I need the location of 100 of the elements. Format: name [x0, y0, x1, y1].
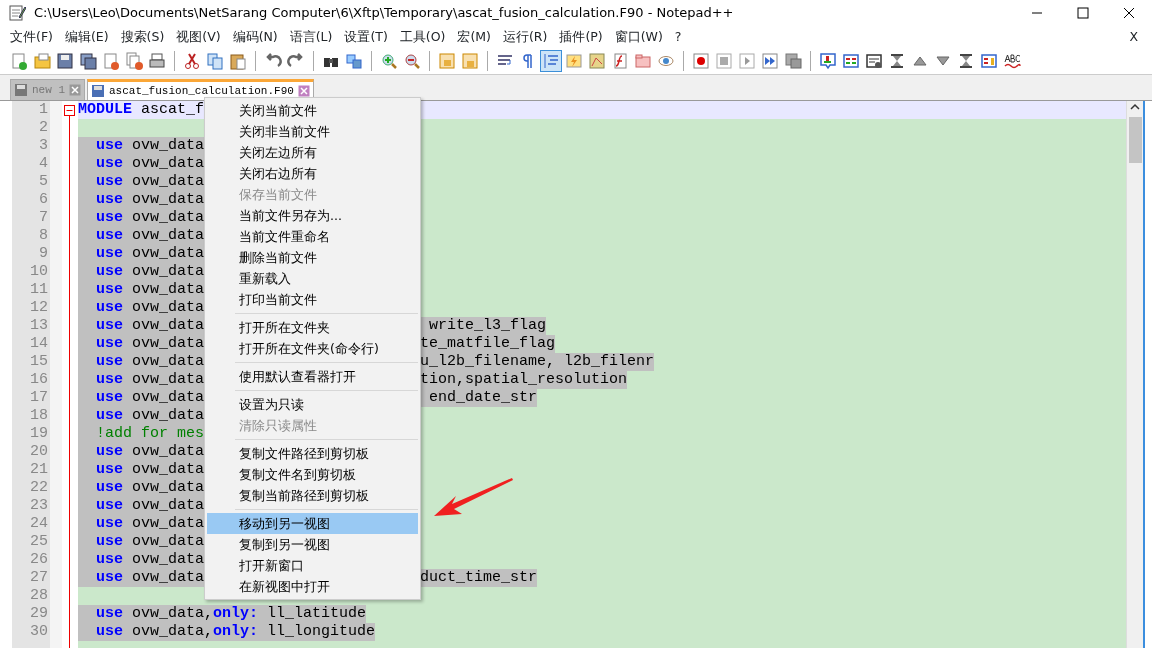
code-text: use ovw_data [78, 533, 205, 551]
menu-item[interactable]: 在新视图中打开 [207, 576, 418, 597]
menu-item[interactable]: 搜索(S) [114, 27, 171, 47]
zoom-in-icon [380, 52, 398, 70]
line-number: 15 [29, 353, 49, 371]
menu-item[interactable]: 设置(T) [338, 27, 394, 47]
menu-item[interactable]: 复制到另一视图 [207, 534, 418, 555]
menu-item[interactable]: 编辑(E) [58, 27, 115, 47]
line-number: 24 [29, 515, 49, 533]
menu-item[interactable]: 使用默认查看器打开 [207, 366, 418, 387]
code-text: use ovw_data [78, 263, 205, 281]
menu-item[interactable]: 打开所在文件夹 [207, 317, 418, 338]
menu-item[interactable]: 编码(N) [226, 27, 284, 47]
scrollbar-thumb[interactable] [1128, 117, 1142, 163]
menu-item[interactable]: 语言(L) [283, 27, 339, 47]
code-text: use ovw_data [78, 209, 205, 227]
menu-item[interactable]: 删除当前文件 [207, 247, 418, 268]
line-number: 21 [29, 461, 49, 479]
menu-item[interactable]: 窗口(W) [608, 27, 669, 47]
menu-item[interactable]: 关闭左边所有 [207, 142, 418, 163]
stop-icon [715, 52, 733, 70]
collapse-icon [888, 52, 906, 70]
line-number: 8 [38, 227, 49, 245]
lightning-icon [565, 52, 583, 70]
go-to-line-icon [819, 52, 837, 70]
toolbar-button[interactable] [759, 50, 781, 72]
line-number: 19 [29, 425, 49, 443]
menu-item[interactable]: 插件(P) [553, 27, 609, 47]
code-text: tion,spatial_resolution [420, 371, 628, 389]
code-text: write_l3_flag [420, 317, 547, 335]
menu-item[interactable]: 打开新窗口 [207, 555, 418, 576]
line-number: 23 [29, 497, 49, 515]
undo-icon [264, 52, 282, 70]
code-text: MODULE ascat_f [78, 101, 205, 119]
save-all-icon [79, 52, 97, 70]
code-text: use ovw_data [78, 479, 205, 497]
line-number: 29 [29, 605, 49, 623]
close-all-icon [125, 52, 143, 70]
menu-item[interactable]: 运行(R) [497, 27, 554, 47]
line-number: 30 [29, 623, 49, 641]
save-macro-icon [784, 52, 802, 70]
map-icon [588, 52, 606, 70]
function-icon [611, 52, 629, 70]
expand-icon [957, 52, 975, 70]
line-number: 22 [29, 479, 49, 497]
close-file-icon [102, 52, 120, 70]
line-number: 6 [38, 191, 49, 209]
close-icon [297, 85, 310, 97]
menu-item[interactable]: 设置为只读 [207, 394, 418, 415]
notepad-icon [8, 4, 26, 22]
menu-item[interactable]: 当前文件另存为... [207, 205, 418, 226]
indent-guide-icon [542, 52, 560, 70]
menu-item[interactable]: 关闭右边所有 [207, 163, 418, 184]
panels-icon [980, 52, 998, 70]
menu-item[interactable]: 重新载入 [207, 268, 418, 289]
sync-vertical-icon [438, 52, 456, 70]
menu-item[interactable]: 复制当前路径到剪切板 [207, 485, 418, 506]
close-document-button[interactable]: X [1123, 27, 1144, 47]
menu-item[interactable]: 宏(M) [451, 27, 497, 47]
line-number: 20 [29, 443, 49, 461]
code-text: u_l2b_filename, l2b_filenr [420, 353, 655, 371]
line-number: 7 [38, 209, 49, 227]
line-number: 28 [29, 587, 49, 605]
menu-item[interactable]: 复制文件路径到剪切板 [207, 443, 418, 464]
tab-label: new 1 [32, 82, 65, 98]
code-text: use ovw_data [78, 137, 205, 155]
menu-item[interactable]: 打开所在文件夹(命令行) [207, 338, 418, 359]
toolbar-button[interactable] [54, 50, 76, 72]
save-icon [14, 83, 28, 97]
file-tab[interactable]: ascat_fusion_calculation.F90 [87, 79, 314, 100]
code-text: duct_time_str [420, 569, 538, 587]
code-text: te_matfile_flag [420, 335, 556, 353]
toolbar-button[interactable] [77, 50, 99, 72]
line-number: 14 [29, 335, 49, 353]
menu-item[interactable]: 关闭当前文件 [207, 100, 418, 121]
record-icon [692, 52, 710, 70]
line-number: 2 [38, 119, 49, 137]
menu-item[interactable]: 移动到另一视图 [207, 513, 418, 534]
menu-item[interactable]: 当前文件重命名 [207, 226, 418, 247]
line-number: 16 [29, 371, 49, 389]
line-number: 11 [29, 281, 49, 299]
code-text: use ovw_data [78, 461, 205, 479]
menu-item[interactable]: 复制文件名到剪切板 [207, 464, 418, 485]
line-number: 17 [29, 389, 49, 407]
toolbar-button[interactable] [817, 50, 839, 72]
code-text: use ovw_data,only: ll_latitude [78, 605, 367, 623]
folder-icon [634, 52, 652, 70]
code-text: use ovw_data [78, 407, 205, 425]
menu-item[interactable]: 文件(F) [4, 27, 59, 47]
menu-item[interactable]: 视图(V) [170, 27, 227, 47]
menu-item[interactable]: 打印当前文件 [207, 289, 418, 310]
menu-item[interactable]: 工具(O) [393, 27, 452, 47]
panel-icon [865, 52, 883, 70]
code-text: use ovw_data [78, 227, 205, 245]
scissors-icon [183, 52, 201, 70]
save-icon [91, 84, 105, 98]
menu-item[interactable]: 关闭非当前文件 [207, 121, 418, 142]
code-text: use ovw_data [78, 371, 205, 389]
menu-item[interactable]: ? [668, 27, 688, 47]
line-number: 18 [29, 407, 49, 425]
